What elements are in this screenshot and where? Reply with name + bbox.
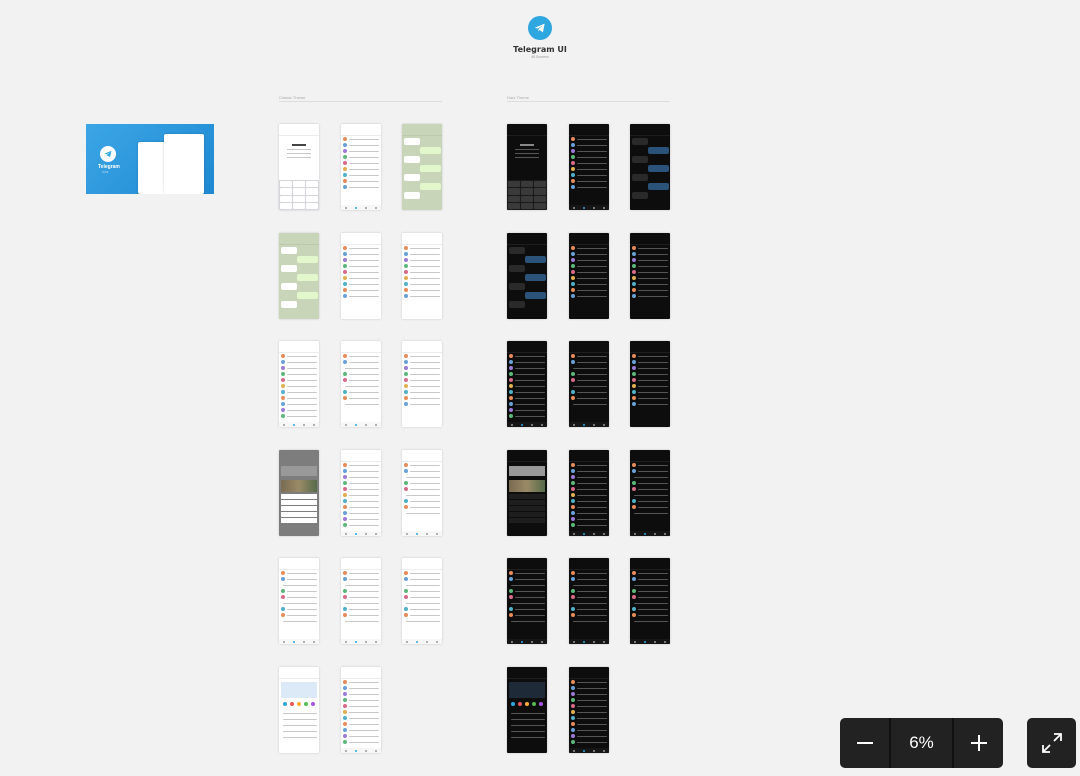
screen-thumbnail[interactable] — [569, 450, 609, 536]
screen-thumbnail[interactable] — [279, 341, 319, 427]
screen-thumbnail[interactable] — [569, 341, 609, 427]
screen-thumbnail[interactable] — [279, 450, 319, 536]
screen-thumbnail[interactable] — [279, 667, 319, 753]
screen-thumbnail[interactable] — [630, 233, 670, 319]
expand-icon — [1041, 733, 1062, 753]
cover-artboard[interactable]: Telegram UI Kit — [86, 124, 214, 194]
screen-thumbnail[interactable] — [507, 450, 547, 536]
screen-thumbnail[interactable] — [569, 233, 609, 319]
screen-thumbnail[interactable] — [507, 341, 547, 427]
zoom-level: 6% — [909, 733, 934, 752]
screen-thumbnail[interactable] — [569, 558, 609, 644]
screen-thumbnail[interactable] — [630, 558, 670, 644]
screen-thumbnail[interactable] — [507, 124, 547, 210]
screen-thumbnail[interactable] — [507, 558, 547, 644]
page-title: Telegram UI — [513, 45, 567, 54]
section-divider-dark — [507, 101, 670, 102]
screen-thumbnail[interactable] — [279, 233, 319, 319]
screen-thumbnail[interactable] — [630, 341, 670, 427]
screen-thumbnail[interactable] — [341, 124, 381, 210]
screen-thumbnail[interactable] — [402, 124, 442, 210]
screen-thumbnail[interactable] — [630, 124, 670, 210]
cover-phone-front — [164, 134, 204, 194]
cover-subtitle: UI Kit — [102, 171, 109, 174]
screen-thumbnail[interactable] — [341, 667, 381, 753]
section-label-light: Classic Theme — [279, 95, 306, 100]
cover-title: Telegram — [98, 164, 120, 170]
screen-thumbnail[interactable] — [507, 667, 547, 753]
screen-thumbnail[interactable] — [402, 450, 442, 536]
fullscreen-button[interactable] — [1027, 718, 1076, 768]
screen-thumbnail[interactable] — [402, 233, 442, 319]
screen-thumbnail[interactable] — [341, 558, 381, 644]
screen-thumbnail[interactable] — [569, 124, 609, 210]
screen-thumbnail[interactable] — [402, 341, 442, 427]
cover-logo-icon — [100, 146, 116, 162]
zoom-control: 6% — [840, 718, 1003, 768]
screen-thumbnail[interactable] — [341, 450, 381, 536]
screen-thumbnail[interactable] — [569, 667, 609, 753]
plus-icon — [970, 735, 987, 751]
section-label-dark: Dark Theme — [507, 95, 529, 100]
zoom-in-button[interactable] — [954, 718, 1003, 768]
page-header: Telegram UI 48 Screens — [0, 16, 1080, 59]
screen-thumbnail[interactable] — [507, 233, 547, 319]
minus-icon — [856, 742, 873, 744]
zoom-out-button[interactable] — [840, 718, 889, 768]
screen-thumbnail[interactable] — [630, 450, 670, 536]
screen-thumbnail[interactable] — [279, 558, 319, 644]
screen-thumbnail[interactable] — [402, 558, 442, 644]
screen-thumbnail[interactable] — [341, 341, 381, 427]
screen-thumbnail[interactable] — [279, 124, 319, 210]
section-divider-light — [279, 101, 442, 102]
screen-thumbnail[interactable] — [341, 233, 381, 319]
page-subtitle: 48 Screens — [531, 55, 549, 59]
telegram-logo-icon — [528, 16, 552, 40]
